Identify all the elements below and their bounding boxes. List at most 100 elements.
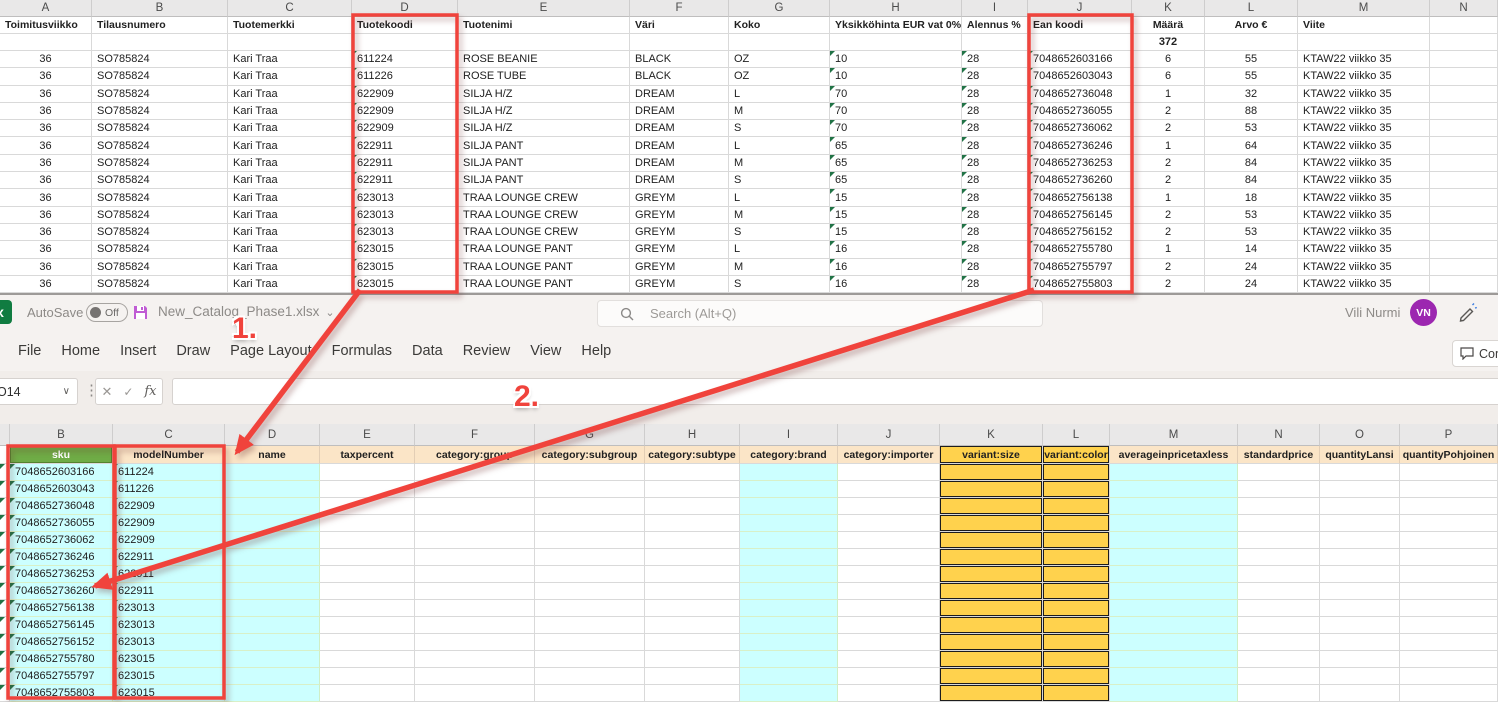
column-letter[interactable]: E: [320, 424, 415, 446]
column-header[interactable]: quantityLansi: [1320, 446, 1400, 464]
cell[interactable]: 36: [0, 68, 92, 85]
cell[interactable]: [1205, 34, 1298, 51]
cell[interactable]: 611224: [113, 464, 225, 481]
cell[interactable]: DREAM: [630, 155, 729, 172]
cell[interactable]: [1400, 634, 1498, 651]
cell[interactable]: ROSE BEANIE: [458, 51, 630, 68]
cell[interactable]: [225, 549, 320, 566]
cell[interactable]: [1400, 651, 1498, 668]
cell[interactable]: [1110, 651, 1238, 668]
cell[interactable]: [740, 651, 838, 668]
cell[interactable]: 28: [962, 137, 1028, 154]
cell[interactable]: [320, 685, 415, 702]
cell[interactable]: [1430, 207, 1498, 224]
cell[interactable]: [838, 685, 940, 702]
cell[interactable]: [1110, 685, 1238, 702]
cell[interactable]: 28: [962, 51, 1028, 68]
cell[interactable]: [415, 498, 535, 515]
cell[interactable]: [228, 34, 352, 51]
cell[interactable]: 36: [0, 241, 92, 258]
column-letter[interactable]: I: [740, 424, 838, 446]
cell[interactable]: SO785824: [92, 172, 228, 189]
cell[interactable]: [645, 583, 740, 600]
column-header[interactable]: Väri: [630, 17, 729, 34]
cell[interactable]: 36: [0, 51, 92, 68]
cell[interactable]: 53: [1205, 120, 1298, 137]
cell[interactable]: 6: [1132, 51, 1205, 68]
cell[interactable]: 64: [1205, 137, 1298, 154]
cell[interactable]: KTAW22 viikko 35: [1298, 276, 1430, 293]
cell[interactable]: 7048652756138: [1028, 189, 1132, 206]
cell[interactable]: [645, 464, 740, 481]
cell[interactable]: TRAA LOUNGE CREW: [458, 224, 630, 241]
cell[interactable]: [1320, 464, 1400, 481]
cell[interactable]: [1320, 617, 1400, 634]
cell[interactable]: [1043, 583, 1110, 600]
cell[interactable]: 65: [830, 155, 962, 172]
cell[interactable]: [0, 549, 10, 566]
cell[interactable]: 70: [830, 120, 962, 137]
avatar[interactable]: VN: [1410, 299, 1437, 326]
cell[interactable]: 1: [1132, 86, 1205, 103]
cell[interactable]: [1430, 51, 1498, 68]
cell[interactable]: [1298, 34, 1430, 51]
search-input[interactable]: Search (Alt+Q): [597, 300, 1043, 327]
cell[interactable]: 7048652603043: [10, 481, 113, 498]
cell[interactable]: [1400, 600, 1498, 617]
cell[interactable]: 2: [1132, 207, 1205, 224]
cell[interactable]: 2: [1132, 224, 1205, 241]
cell[interactable]: [535, 549, 645, 566]
cell[interactable]: SO785824: [92, 137, 228, 154]
cell[interactable]: 36: [0, 137, 92, 154]
cell[interactable]: 623013: [352, 224, 458, 241]
cell[interactable]: 611226: [113, 481, 225, 498]
cell[interactable]: 7048652755797: [1028, 259, 1132, 276]
cell[interactable]: [0, 464, 10, 481]
cell[interactable]: [838, 651, 940, 668]
cell[interactable]: [1430, 34, 1498, 51]
cell[interactable]: KTAW22 viikko 35: [1298, 172, 1430, 189]
cell[interactable]: [740, 566, 838, 583]
cell[interactable]: Kari Traa: [228, 207, 352, 224]
column-header[interactable]: [1430, 17, 1498, 34]
cell[interactable]: 7048652755780: [1028, 241, 1132, 258]
cell[interactable]: [92, 34, 228, 51]
cell[interactable]: 28: [962, 207, 1028, 224]
cell[interactable]: [830, 34, 962, 51]
cell[interactable]: 36: [0, 172, 92, 189]
enter-icon[interactable]: ✓: [123, 385, 133, 399]
autosave-toggle[interactable]: Off: [86, 303, 128, 322]
cell[interactable]: [740, 549, 838, 566]
cell[interactable]: 623013: [113, 617, 225, 634]
cell[interactable]: [645, 515, 740, 532]
cell[interactable]: [1238, 583, 1320, 600]
cell[interactable]: [225, 464, 320, 481]
cell[interactable]: [535, 464, 645, 481]
cell[interactable]: 36: [0, 224, 92, 241]
cell[interactable]: OZ: [729, 51, 830, 68]
column-letter[interactable]: L: [1043, 424, 1110, 446]
cell[interactable]: [320, 566, 415, 583]
cell[interactable]: 36: [0, 189, 92, 206]
cell[interactable]: DREAM: [630, 86, 729, 103]
cell[interactable]: M: [729, 103, 830, 120]
cell[interactable]: [0, 446, 10, 464]
cell[interactable]: 623015: [352, 259, 458, 276]
cell[interactable]: [0, 532, 10, 549]
cell[interactable]: Kari Traa: [228, 137, 352, 154]
cell[interactable]: [1238, 617, 1320, 634]
cell[interactable]: SO785824: [92, 103, 228, 120]
cell[interactable]: SILJA H/Z: [458, 120, 630, 137]
cell[interactable]: 623013: [352, 189, 458, 206]
cell[interactable]: [838, 464, 940, 481]
cell[interactable]: 10: [830, 51, 962, 68]
cell[interactable]: SILJA PANT: [458, 137, 630, 154]
cell[interactable]: 622911: [113, 583, 225, 600]
cell[interactable]: S: [729, 224, 830, 241]
cell[interactable]: [535, 617, 645, 634]
cell[interactable]: 24: [1205, 259, 1298, 276]
column-letter[interactable]: H: [645, 424, 740, 446]
cell[interactable]: [415, 634, 535, 651]
column-header[interactable]: name: [225, 446, 320, 464]
cell[interactable]: DREAM: [630, 120, 729, 137]
